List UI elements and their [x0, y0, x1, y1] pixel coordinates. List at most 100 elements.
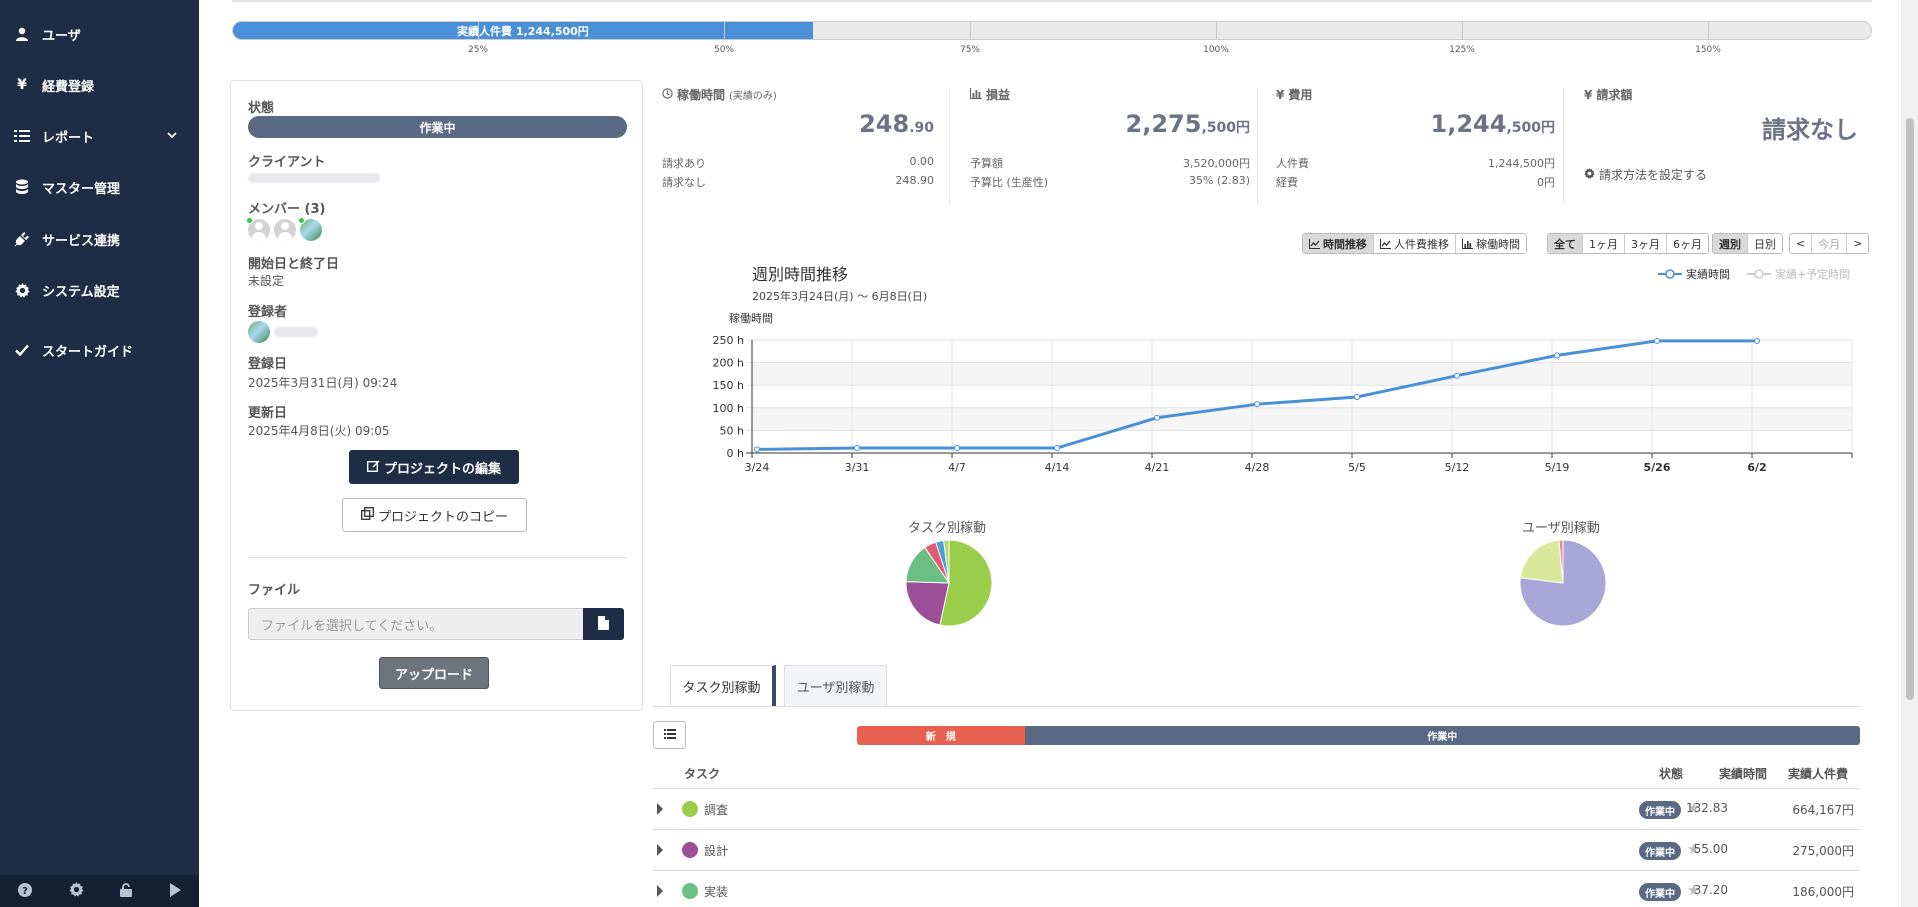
top-divider — [232, 0, 1872, 2]
sidebar-item-users[interactable]: ユーザ — [0, 19, 199, 49]
file-select-button[interactable] — [583, 608, 624, 640]
table-row[interactable]: 実装 作業中 ★ 37.20 186,000円 — [653, 870, 1860, 907]
y-tick-label: 0 h — [727, 447, 744, 460]
tab-task-hours[interactable]: タスク別稼動 — [670, 665, 776, 706]
sidebar-item-expenses[interactable]: ¥ 経費登録 — [0, 70, 199, 100]
gear-icon — [14, 282, 30, 298]
sidebar-item-master[interactable]: マスター管理 — [0, 172, 199, 202]
settings-icon[interactable] — [69, 882, 84, 900]
view-work-hours-button[interactable]: 稼働時間 — [1456, 234, 1526, 253]
stat-billing-title: ¥ 請求額 — [1584, 86, 1632, 103]
view-hours-trend-button[interactable]: 時間推移 — [1303, 234, 1374, 253]
budget-tick-line — [969, 21, 971, 40]
stat-profit-row-value: 3,520,000円 — [1183, 157, 1250, 170]
scrollbar-thumb[interactable] — [1906, 118, 1914, 700]
stat-cost-row-key: 人件費 — [1276, 157, 1309, 170]
table-row[interactable]: 設計 作業中 ★ 55.00 275,000円 — [653, 829, 1860, 870]
avatar[interactable] — [274, 219, 296, 241]
registrant-label: 登録者 — [248, 305, 288, 320]
prev-button[interactable]: < — [1790, 234, 1813, 253]
status-bar-segment: 新 規 — [857, 726, 1025, 745]
stat-cost-main: 1,244 — [1430, 110, 1507, 138]
range-6months-button[interactable]: 6ヶ月 — [1667, 234, 1708, 253]
legend-planned-marker — [1747, 269, 1771, 279]
sidebar-item-start-guide[interactable]: スタートガイド — [0, 335, 199, 365]
edit-project-label: プロジェクトの編集 — [383, 461, 501, 477]
copy-project-button[interactable]: プロジェクトのコピー — [342, 498, 527, 532]
stat-cost-sub: ,500円 — [1506, 120, 1555, 136]
column-header-task: タスク — [684, 767, 721, 781]
x-tick-label: 5/5 — [1348, 461, 1366, 474]
gear-icon — [1584, 167, 1595, 182]
tab-user-hours[interactable]: ユーザ別稼動 — [784, 665, 887, 706]
task-pie-slice — [905, 546, 950, 584]
task-name[interactable]: 調査 — [704, 801, 728, 818]
status-label: 状態 — [248, 101, 275, 116]
legend-actual-planned[interactable]: 実績+予定時間 — [1747, 266, 1850, 282]
stat-divider — [1563, 88, 1564, 204]
stat-hours-main: 248 — [859, 110, 910, 138]
expand-caret-icon[interactable] — [657, 885, 663, 897]
chevron-down-icon — [167, 129, 177, 144]
task-color-dot — [682, 883, 698, 899]
expand-caret-icon[interactable] — [657, 803, 663, 815]
task-color-dot — [682, 801, 698, 817]
stat-billing-label: 請求額 — [1596, 88, 1633, 102]
data-point — [854, 445, 860, 452]
line-chart-icon — [1309, 238, 1320, 249]
sidebar-item-integrations[interactable]: サービス連携 — [0, 224, 199, 254]
data-point — [1154, 414, 1160, 421]
chart-view-toggle: 時間推移 人件費推移 稼働時間 — [1302, 233, 1527, 254]
task-cost: 186,000円 — [1792, 885, 1854, 899]
avatar[interactable] — [248, 321, 270, 343]
edit-project-button[interactable]: プロジェクトの編集 — [349, 450, 519, 484]
range-3months-button[interactable]: 3ヶ月 — [1625, 234, 1667, 253]
task-pie-title: タスク別稼動 — [908, 521, 987, 536]
file-label: ファイル — [248, 583, 301, 598]
y-tick-label: 200 h — [713, 357, 744, 370]
check-icon — [14, 342, 30, 358]
range-all-button[interactable]: 全て — [1548, 234, 1583, 253]
table-row[interactable]: 調査 作業中 ★ 132.83 664,167円 — [653, 788, 1860, 829]
sidebar-item-label: マスター管理 — [42, 181, 121, 197]
this-month-button[interactable]: 今月 — [1812, 234, 1848, 253]
list-icon — [14, 128, 30, 144]
list-icon — [663, 728, 676, 742]
budget-tick-label: 25% — [467, 45, 488, 55]
status-badge: 作業中 — [248, 116, 627, 138]
edit-icon — [366, 459, 380, 476]
client-label: クライアント — [248, 155, 326, 170]
list-view-button[interactable] — [653, 721, 686, 749]
page-scrollbar[interactable] — [1901, 0, 1918, 907]
view-cost-trend-button[interactable]: 人件費推移 — [1374, 234, 1456, 253]
yen-icon: ¥ — [1584, 87, 1593, 102]
unlock-icon[interactable] — [120, 882, 133, 900]
help-icon[interactable]: ? — [18, 882, 33, 900]
grain-weekly-button[interactable]: 週別 — [1713, 234, 1748, 253]
play-icon[interactable] — [169, 882, 181, 900]
grain-daily-button[interactable]: 日別 — [1748, 234, 1782, 253]
stat-profit-value: 2,275,500円 — [1126, 110, 1250, 138]
task-name[interactable]: 実装 — [704, 883, 728, 900]
stat-hours-sub: .90 — [909, 120, 934, 136]
stat-profit-label: 損益 — [986, 88, 1011, 102]
members-label: メンバー (3) — [248, 202, 326, 217]
upload-button[interactable]: アップロード — [379, 657, 489, 689]
dates-label: 開始日と終了日 — [248, 257, 340, 272]
next-button[interactable]: > — [1847, 234, 1869, 253]
sidebar-item-system-settings[interactable]: システム設定 — [0, 275, 199, 305]
sidebar-item-reports[interactable]: レポート — [0, 121, 199, 151]
expand-caret-icon[interactable] — [657, 844, 663, 856]
dates-value: 未設定 — [248, 274, 285, 288]
billing-settings-link[interactable]: 請求方法を設定する — [1584, 166, 1707, 183]
task-pie-slice — [939, 539, 993, 627]
task-name[interactable]: 設計 — [704, 842, 728, 859]
file-input[interactable]: ファイルを選択してください。 — [248, 608, 584, 640]
legend-actual[interactable]: 実績時間 — [1658, 266, 1730, 282]
sidebar-item-label: レポート — [42, 130, 95, 146]
range-1month-button[interactable]: 1ヶ月 — [1583, 234, 1625, 253]
task-pie-slice — [935, 539, 950, 584]
stat-profit-sub: ,500円 — [1201, 120, 1250, 136]
svg-text:?: ? — [22, 886, 28, 897]
task-pie-slice — [943, 539, 950, 584]
